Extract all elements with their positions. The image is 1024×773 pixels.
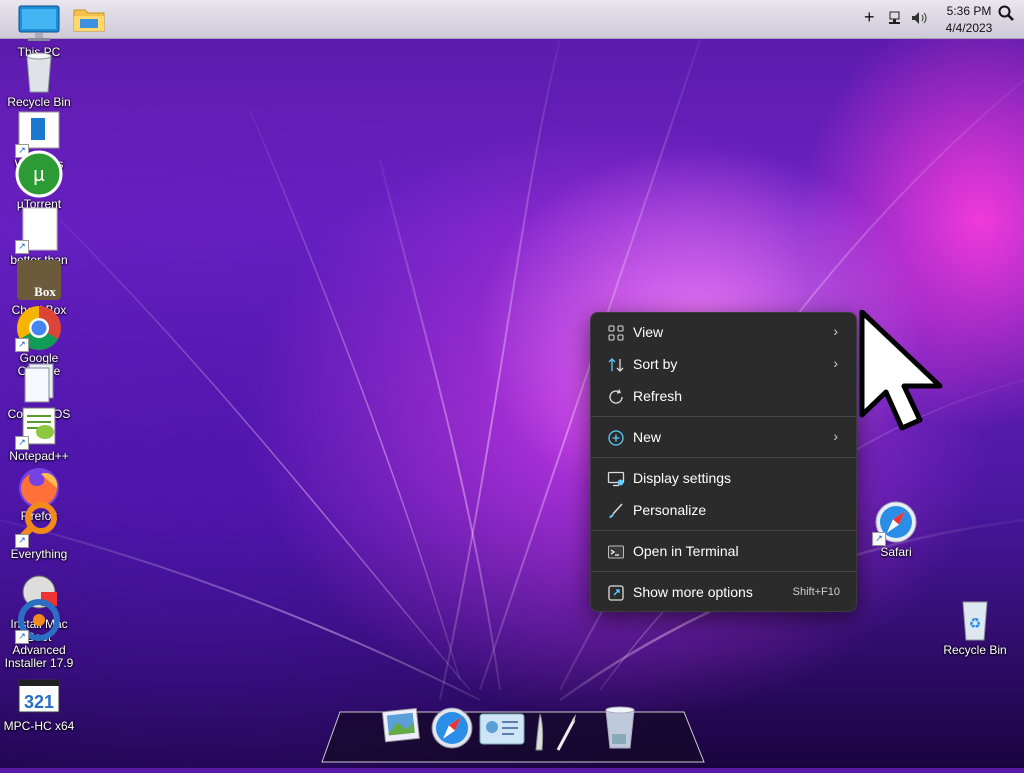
chevron-right-icon: › bbox=[833, 355, 838, 371]
chevron-right-icon: › bbox=[833, 428, 838, 444]
menu-item-personalize[interactable]: Personalize bbox=[595, 494, 852, 526]
files-icon bbox=[15, 360, 63, 408]
plus-circle-icon bbox=[608, 430, 624, 446]
shortcut-arrow-icon: ↗ bbox=[15, 240, 29, 254]
volume-icon[interactable] bbox=[910, 10, 928, 30]
utorrent-icon: µ bbox=[15, 150, 63, 198]
search-icon[interactable] bbox=[998, 5, 1014, 25]
shortcut-arrow-icon: ↗ bbox=[15, 534, 29, 548]
shortcut-arrow-icon: ↗ bbox=[872, 532, 886, 546]
desktop-context-menu: View › Sort by › Refresh New › Display s… bbox=[590, 312, 857, 612]
desktop-icon-label: Advanced Installer 17.9 bbox=[4, 643, 74, 670]
menu-item-label: Open in Terminal bbox=[633, 543, 739, 559]
notepad-plus-plus-icon: ↗ bbox=[15, 402, 63, 450]
desktop-icon-advanced-installer[interactable]: ↗ Advanced Installer 17.9 bbox=[0, 596, 78, 670]
desktop-icon-everything[interactable]: ↗ Everything bbox=[0, 500, 78, 561]
network-icon[interactable] bbox=[888, 10, 904, 30]
desktop-icon-label: Everything bbox=[10, 547, 68, 561]
grid-icon bbox=[608, 325, 624, 341]
brush-icon bbox=[609, 503, 623, 518]
shortcut-arrow-icon: ↗ bbox=[15, 630, 29, 644]
menu-item-label: Refresh bbox=[633, 388, 683, 404]
svg-text:♻: ♻ bbox=[969, 616, 982, 632]
monitor-icon[interactable] bbox=[16, 4, 62, 44]
menu-item-label: Sort by bbox=[633, 356, 678, 372]
menu-item-label: Personalize bbox=[633, 502, 707, 518]
menu-item-sort-by[interactable]: Sort by › bbox=[595, 348, 852, 380]
safari-icon: ↗ bbox=[872, 498, 920, 546]
chrome-icon: ↗ bbox=[15, 304, 63, 352]
add-icon[interactable]: + bbox=[864, 8, 875, 26]
quill-icon[interactable] bbox=[528, 706, 578, 754]
recycle-bin-icon bbox=[15, 48, 63, 96]
chevron-right-icon: › bbox=[833, 323, 838, 339]
menu-item-label: View bbox=[633, 324, 664, 340]
svg-text:µ: µ bbox=[33, 164, 45, 186]
menu-item-new[interactable]: New › bbox=[595, 421, 852, 453]
svg-text:Box: Box bbox=[34, 284, 56, 299]
desktop-icon-notepad-plus-plus[interactable]: ↗ Notepad++ bbox=[0, 402, 78, 463]
advanced-installer-icon: ↗ bbox=[15, 596, 63, 644]
box-icon: Box bbox=[15, 256, 63, 304]
menu-item-view[interactable]: View › bbox=[595, 316, 852, 348]
desktop-icon-label: Recycle Bin bbox=[943, 643, 1007, 657]
menu-separator bbox=[591, 457, 856, 458]
desktop-icon-recycle-bin-right[interactable]: ♻ Recycle Bin bbox=[936, 596, 1014, 657]
menu-item-refresh[interactable]: Refresh bbox=[595, 380, 852, 412]
shortcut-arrow-icon: ↗ bbox=[15, 436, 29, 450]
display-icon bbox=[607, 471, 625, 487]
desktop-icon-label: MPC-HC x64 bbox=[3, 719, 75, 733]
clock-time[interactable]: 5:36 PM bbox=[934, 4, 1004, 18]
menu-item-label: New bbox=[633, 429, 662, 445]
menu-item-label: Display settings bbox=[633, 470, 732, 486]
search-everything-icon: ↗ bbox=[15, 500, 63, 548]
blank-document-icon: ↗ bbox=[15, 206, 63, 254]
trash-icon[interactable] bbox=[600, 704, 640, 752]
sort-icon bbox=[608, 358, 624, 372]
menu-item-open-in-terminal[interactable]: Open in Terminal bbox=[595, 535, 852, 567]
clock-date[interactable]: 4/4/2023 bbox=[934, 21, 1004, 35]
menu-separator bbox=[591, 416, 856, 417]
desktop-icon-utorrent[interactable]: µ µTorrent bbox=[0, 150, 78, 211]
refresh-icon bbox=[609, 389, 623, 404]
more-options-icon bbox=[608, 585, 624, 601]
keyboard-shortcut: Shift+F10 bbox=[792, 586, 840, 598]
photo-viewer-icon[interactable] bbox=[380, 706, 424, 752]
svg-text:321: 321 bbox=[24, 692, 54, 712]
desktop-icon-recycle-bin[interactable]: Recycle Bin bbox=[0, 48, 78, 109]
mouse-cursor-icon bbox=[859, 310, 943, 431]
mpc-hc-icon: 321 bbox=[15, 672, 63, 720]
desktop-icon-mpc-hc[interactable]: 321 MPC-HC x64 bbox=[0, 672, 78, 733]
menu-separator bbox=[591, 530, 856, 531]
recycle-bin-icon: ♻ bbox=[951, 596, 999, 644]
desktop-icon-label: Safari bbox=[880, 545, 912, 559]
menu-item-label: Show more options bbox=[633, 584, 753, 600]
desktop-icon-safari[interactable]: ↗ Safari bbox=[857, 498, 935, 559]
file-explorer-icon[interactable] bbox=[72, 4, 106, 34]
safari-icon[interactable] bbox=[430, 706, 474, 750]
menu-item-display-settings[interactable]: Display settings bbox=[595, 462, 852, 494]
shortcut-arrow-icon: ↗ bbox=[15, 338, 29, 352]
dock bbox=[312, 690, 712, 768]
contacts-icon[interactable] bbox=[478, 712, 526, 748]
menu-separator bbox=[591, 571, 856, 572]
terminal-icon bbox=[608, 545, 624, 559]
top-bar: + 5:36 PM 4/4/2023 bbox=[0, 0, 1024, 41]
system-tray: + 5:36 PM 4/4/2023 bbox=[824, 0, 1024, 38]
menu-item-show-more-options[interactable]: Show more options Shift+F10 bbox=[595, 576, 852, 608]
desktop-icon-label: Recycle Bin bbox=[7, 95, 71, 109]
